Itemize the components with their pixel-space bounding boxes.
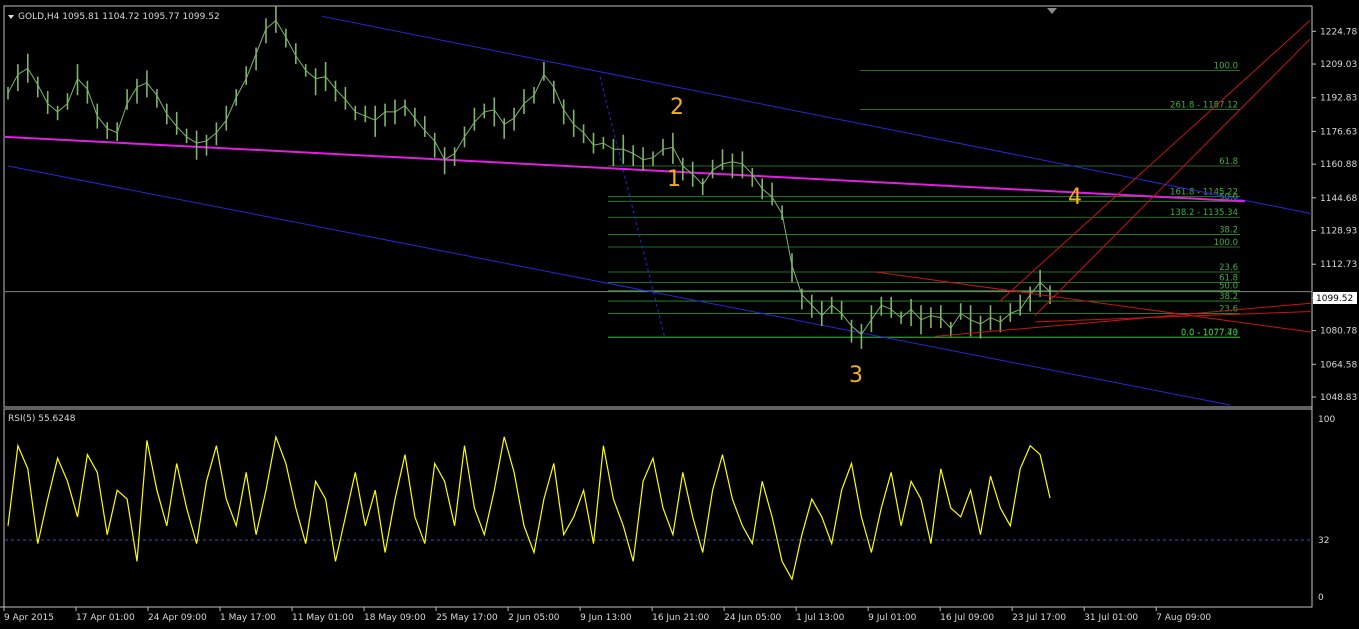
- price-tick-label: 1192.83: [1320, 94, 1357, 104]
- fib-level-label: 38.2: [1219, 226, 1238, 236]
- rsi-tick-label: 0: [1318, 593, 1324, 603]
- time-tick-label: 7 Aug 09:00: [1156, 613, 1211, 623]
- time-tick-label: 18 May 09:00: [364, 613, 426, 623]
- reference-lines: [5, 291, 1312, 541]
- time-tick-label: 1 May 17:00: [220, 613, 276, 623]
- time-tick-label: 9 Jul 01:00: [868, 613, 917, 623]
- time-tick-label: 11 May 01:00: [292, 613, 354, 623]
- rsi-line-group: [7, 434, 1051, 581]
- rsi-pane-frame: [3, 408, 1313, 608]
- time-tick-label: 9 Jun 13:00: [580, 613, 632, 623]
- price-close-line: [7, 19, 1051, 336]
- wave-label-4: 4: [1068, 185, 1082, 210]
- price-tick-label: 1064.58: [1320, 360, 1357, 370]
- fib-level-label: 23.6: [1219, 263, 1238, 273]
- price-tick-label: 1080.78: [1320, 327, 1357, 337]
- wave-label-1: 1: [667, 167, 681, 192]
- fibonacci-levels: 100.0261.8 - 1187.1261.8161.8 - 1145.225…: [608, 61, 1240, 339]
- channel-lower-line: [7, 165, 1231, 406]
- fib-level-label: 50.0: [1219, 282, 1238, 292]
- rsi-header: RSI(5) 55.6248: [8, 414, 76, 424]
- price-tick-label: 1128.93: [1320, 227, 1357, 237]
- symbol-header: GOLD,H4 1095.81 1104.72 1095.77 1099.52: [18, 12, 220, 22]
- time-tick-label: 24 Jun 05:00: [724, 613, 781, 623]
- fib-level-label: 261.8 - 1187.12: [1170, 101, 1238, 111]
- time-tick-label: 2 Jun 05:00: [508, 613, 560, 623]
- fib-level-label: 138.2 - 1135.34: [1170, 208, 1238, 218]
- fib-level-label: 61.8: [1219, 157, 1238, 167]
- pitchfork-line: [934, 302, 1313, 337]
- scroll-arrow-icon[interactable]: [1047, 8, 1057, 14]
- pitchfork-lines: [874, 20, 1313, 337]
- price-tick-label: 1160.88: [1320, 160, 1357, 170]
- fib-level-label: 100.0: [1214, 61, 1238, 71]
- rsi-line: [7, 434, 1051, 581]
- time-tick-label: 9 Apr 2015: [4, 613, 54, 623]
- trendline: [4, 135, 1246, 203]
- time-axis-labels: 9 Apr 2015 17 Apr 01:00 24 Apr 09:00 1 May …: [3, 607, 1211, 623]
- channel-lines: [4, 15, 1313, 406]
- price-tick-label: 1144.68: [1320, 194, 1357, 204]
- rsi-tick-label: 100: [1318, 415, 1335, 425]
- current-price-label: 1099.52: [1316, 294, 1353, 304]
- menu-triangle-icon[interactable]: [8, 15, 14, 19]
- channel-dotted-line: [599, 76, 666, 339]
- price-tick-label: 1176.63: [1320, 127, 1357, 137]
- pitchfork-line: [1034, 38, 1311, 316]
- fib-level-label: 0.0 - 1077.43: [1181, 329, 1238, 339]
- rsi-tick-label: 32: [1318, 536, 1329, 546]
- time-tick-label: 25 May 17:00: [436, 613, 498, 623]
- fib-level-label: 100.0: [1214, 238, 1238, 248]
- wave-label-2: 2: [670, 95, 684, 120]
- price-tick-label: 1224.78: [1320, 27, 1357, 37]
- price-tick-label: 1048.83: [1320, 393, 1357, 403]
- time-tick-label: 16 Jun 21:00: [652, 613, 709, 623]
- wave-label-3: 3: [849, 363, 863, 388]
- fib-level-label: 38.2: [1219, 292, 1238, 302]
- time-tick-label: 1 Jul 13:00: [796, 613, 845, 623]
- time-tick-label: 16 Jul 09:00: [940, 613, 994, 623]
- price-tick-label: 1209.03: [1320, 60, 1357, 70]
- price-axis-labels: 1224.78 1209.03 1192.83 1176.63 1160.88 1144.…: [1312, 27, 1357, 603]
- time-tick-label: 24 Apr 09:00: [148, 613, 207, 623]
- chart-window: GOLD,H4 1095.81 1104.72 1095.77 1099.52 …: [0, 0, 1359, 625]
- chart-canvas[interactable]: GOLD,H4 1095.81 1104.72 1095.77 1099.52 …: [0, 0, 1359, 625]
- time-tick-label: 17 Apr 01:00: [76, 613, 135, 623]
- price-pane-frame: [3, 5, 1313, 408]
- time-tick-label: 23 Jul 17:00: [1012, 613, 1066, 623]
- price-tick-label: 1112.73: [1320, 260, 1357, 270]
- time-tick-label: 31 Jul 01:00: [1084, 613, 1138, 623]
- channel-upper-line: [321, 15, 1313, 215]
